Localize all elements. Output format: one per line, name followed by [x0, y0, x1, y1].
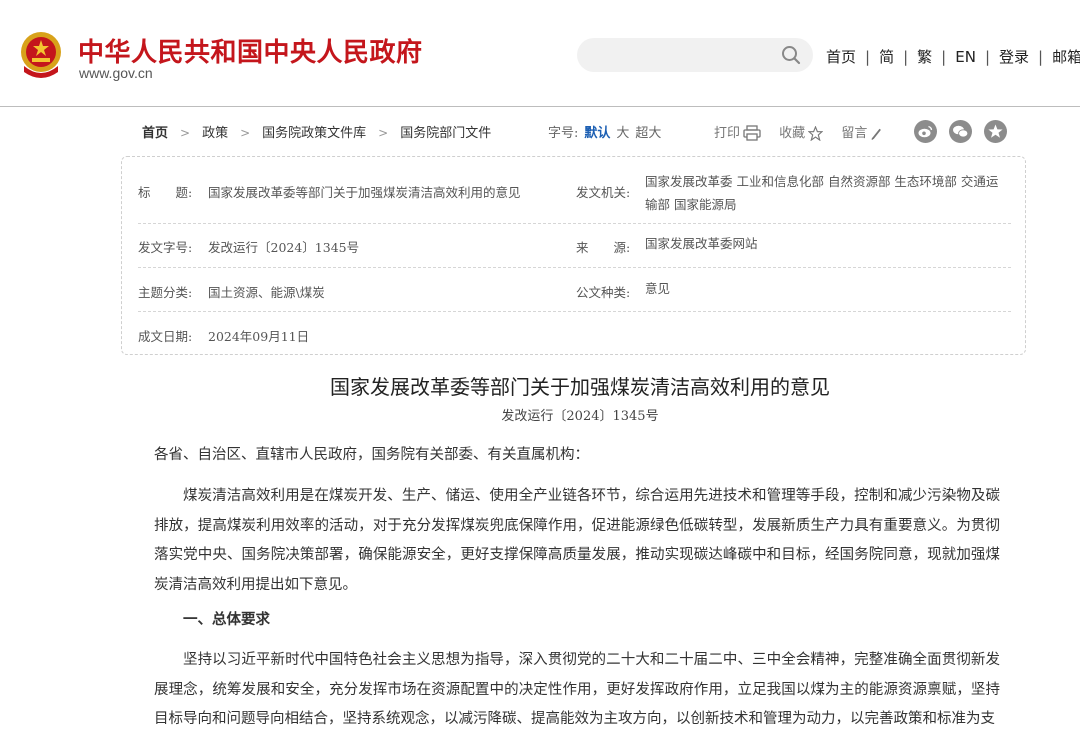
article-paragraph: 坚持以习近平新时代中国特色社会主义思想为指导，深入贯彻党的二十大和二十届二中、三… — [154, 652, 1000, 727]
nav-traditional[interactable]: 繁 — [917, 46, 932, 67]
meta-topic-value: 国土资源、能源\煤炭 — [208, 285, 325, 300]
meta-source-label: 来 源: — [576, 240, 631, 255]
font-size-selector: 字号: 默认大超大 — [548, 122, 667, 141]
meta-type-value: 意见 — [645, 281, 671, 296]
font-size-label: 字号: — [548, 126, 579, 141]
font-size-default[interactable]: 默认 — [584, 126, 610, 141]
divider — [138, 267, 1011, 268]
meta-source-value: 国家发展改革委网站 — [645, 236, 758, 251]
site-title[interactable]: 中华人民共和国中央人民政府 — [78, 32, 423, 69]
favorite-label: 收藏 — [779, 126, 806, 141]
chevron-right-icon: > — [378, 126, 389, 140]
breadcrumb-policy-library[interactable]: 国务院政策文件库 — [262, 122, 366, 141]
favorite-button[interactable]: 收藏 — [779, 122, 824, 142]
nav-separator: | — [941, 48, 947, 66]
wechat-icon[interactable] — [949, 120, 972, 143]
breadcrumb-home[interactable]: 首页 — [142, 122, 168, 141]
nav-separator: | — [984, 48, 990, 66]
divider — [138, 311, 1011, 312]
nav-separator: | — [1038, 48, 1044, 66]
nav-separator: | — [903, 48, 909, 66]
star-outline-icon — [807, 125, 824, 142]
national-emblem-icon[interactable] — [18, 30, 64, 80]
weibo-icon[interactable] — [914, 120, 937, 143]
breadcrumb: 首页 > 政策 > 国务院政策文件库 > 国务院部门文件 — [142, 122, 491, 141]
pencil-icon — [871, 128, 882, 140]
nav-login[interactable]: 登录 — [999, 46, 1029, 67]
meta-date-value: 2024年09月11日 — [208, 329, 310, 344]
font-size-large[interactable]: 大 — [616, 126, 629, 141]
nav-english[interactable]: EN — [955, 48, 976, 66]
meta-type-label: 公文种类: — [576, 285, 631, 300]
printer-icon — [743, 125, 761, 141]
font-size-xlarge[interactable]: 超大 — [635, 126, 661, 141]
breadcrumb-policy[interactable]: 政策 — [202, 122, 228, 141]
search-input[interactable] — [577, 38, 813, 72]
nav-mail[interactable]: 邮箱 — [1052, 46, 1080, 67]
meta-docno-label: 发文字号: — [138, 240, 193, 255]
meta-title-label: 标 题: — [138, 185, 193, 200]
meta-topic-label: 主题分类: — [138, 285, 193, 300]
print-button[interactable]: 打印 — [714, 122, 761, 141]
top-nav: 首页|简|繁|EN|登录|邮箱| — [826, 46, 1080, 67]
article-tools: 打印 收藏 留言 — [714, 122, 897, 142]
breadcrumb-department-docs[interactable]: 国务院部门文件 — [400, 122, 491, 141]
meta-issuer-label: 发文机关: — [576, 185, 631, 200]
article-paragraph: 煤炭清洁高效利用是在煤炭开发、生产、储运、使用全产业链各环节，综合运用先进技术和… — [154, 488, 1000, 593]
nav-separator: | — [865, 48, 871, 66]
site-domain: www.gov.cn — [79, 65, 153, 81]
meta-docno-value: 发改运行〔2024〕1345号 — [208, 240, 360, 255]
divider — [138, 223, 1011, 224]
chevron-right-icon: > — [240, 126, 251, 140]
article-title: 国家发展改革委等部门关于加强煤炭清洁高效利用的意见 — [330, 375, 830, 399]
meta-date-label: 成文日期: — [138, 329, 193, 344]
comment-label: 留言 — [841, 126, 868, 141]
nav-simplified[interactable]: 简 — [879, 46, 894, 67]
search-icon[interactable] — [781, 45, 801, 65]
article-docno: 发改运行〔2024〕1345号 — [501, 409, 659, 424]
section-heading: 一、总体要求 — [183, 611, 270, 628]
star-icon[interactable] — [984, 120, 1007, 143]
comment-button[interactable]: 留言 — [841, 122, 883, 141]
chevron-right-icon: > — [180, 126, 191, 140]
meta-issuer-value: 国家发展改革委 工业和信息化部 自然资源部 生态环境部 交通运输部 国家能源局 — [645, 174, 999, 212]
article-salutation: 各省、自治区、直辖市人民政府，国务院有关部委、有关直属机构： — [154, 447, 589, 463]
document-meta-box: 标 题: 国家发展改革委等部门关于加强煤炭清洁高效利用的意见 发文机关: 国家发… — [121, 156, 1026, 355]
print-label: 打印 — [714, 126, 741, 141]
meta-title-value: 国家发展改革委等部门关于加强煤炭清洁高效利用的意见 — [208, 185, 521, 200]
nav-home[interactable]: 首页 — [826, 46, 856, 67]
site-header: 中华人民共和国中央人民政府 www.gov.cn 首页 | 简 | 繁 | EN | 登录 | 邮箱… — [0, 0, 1080, 107]
